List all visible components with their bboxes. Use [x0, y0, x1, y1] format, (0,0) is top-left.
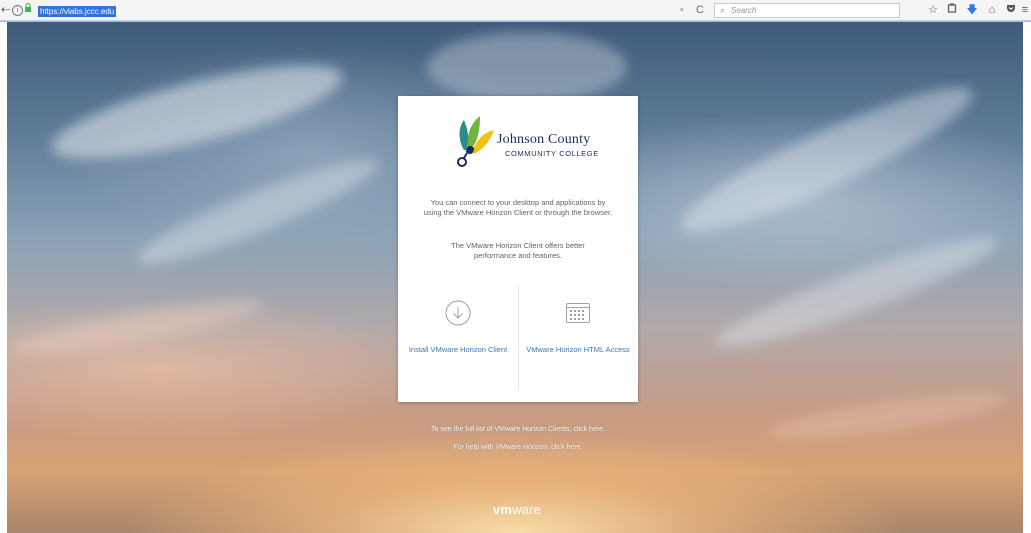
menu-icon[interactable]: ≡ [1019, 3, 1031, 18]
url-bar[interactable]: https://vlabs.jccc.edu [38, 6, 117, 17]
vmware-logo: vmware [477, 502, 557, 517]
reload-button[interactable]: C [692, 3, 708, 18]
option-divider [518, 286, 519, 390]
search-placeholder: Search [731, 6, 757, 15]
url-history-dropdown[interactable]: ▾ [680, 3, 684, 18]
clients-list-link[interactable]: To see the full list of VMware Horizon C… [307, 426, 729, 433]
back-button[interactable]: ⇠ [1, 3, 10, 18]
client-note: The VMware Horizon Client offers better … [451, 241, 585, 260]
search-icon: ⌕ [720, 5, 726, 15]
home-icon[interactable]: ⌂ [984, 3, 1000, 18]
download-icon[interactable]: 🡇 [964, 3, 980, 18]
logo-subtitle: COMMUNITY COLLEGE [505, 149, 599, 158]
lock-icon[interactable] [24, 3, 34, 18]
library-icon[interactable] [944, 3, 960, 18]
logo-wordmark: Johnson County [497, 132, 591, 147]
search-input[interactable]: ⌕ Search [714, 3, 900, 18]
install-client-option[interactable]: Install VMware Horizon Client [403, 300, 513, 390]
html-access-link[interactable]: VMware Horizon HTML Access [523, 344, 633, 356]
install-client-link[interactable]: Install VMware Horizon Client [403, 344, 513, 356]
college-logo: Johnson County COMMUNITY COLLEGE [450, 110, 598, 172]
page-background: Johnson County COMMUNITY COLLEGE You can… [7, 22, 1023, 533]
help-link[interactable]: For help with VMware Horizon, click here… [307, 444, 729, 451]
intro-text: You can connect to your desktop and appl… [423, 198, 613, 217]
vmware-logo-bold: vm [492, 502, 513, 517]
browser-window-icon [566, 303, 590, 323]
browser-toolbar: ⇠ i https://vlabs.jccc.edu ▾ C ⌕ Search … [0, 0, 1031, 22]
info-icon[interactable]: i [12, 3, 23, 18]
download-circle-icon [445, 300, 471, 326]
star-icon[interactable]: ☆ [925, 3, 941, 18]
html-access-option[interactable]: VMware Horizon HTML Access [523, 300, 633, 390]
vmware-logo-rest: ware [512, 502, 542, 517]
login-card: Johnson County COMMUNITY COLLEGE You can… [398, 96, 638, 402]
pocket-icon[interactable] [1003, 3, 1019, 18]
